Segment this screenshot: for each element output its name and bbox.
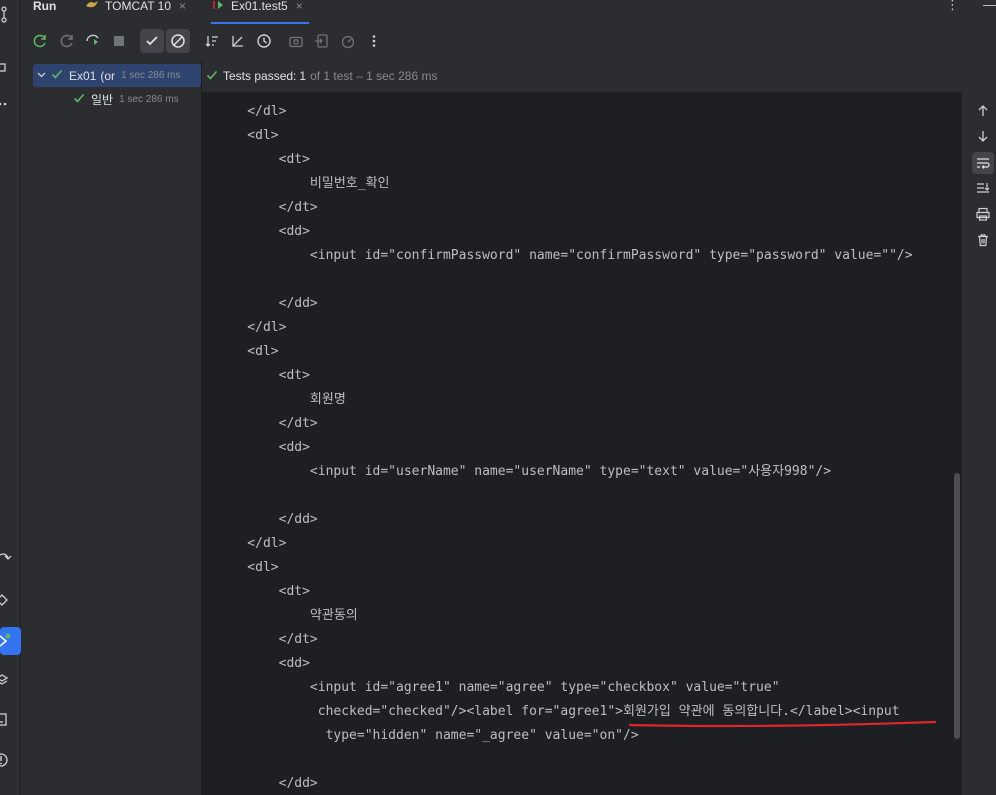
tests-passed-label: Tests passed: (223, 69, 297, 83)
toggle-auto-test-icon[interactable] (82, 30, 104, 52)
console-line: </dl> (216, 320, 287, 335)
console-line: </dt> (216, 200, 318, 215)
arrow-down-icon[interactable] (972, 125, 994, 147)
test-status-bar: Tests passed: 1 of 1 test – 1 sec 286 ms (202, 60, 996, 92)
tomcat-icon (85, 0, 99, 12)
tree-item-duration: 1 sec 286 ms (121, 70, 181, 81)
tree-item-suffix: (or (100, 68, 116, 83)
console-scrollbar[interactable] (954, 473, 960, 739)
console-line: type="hidden" name="_agree" value="on"/> (216, 728, 639, 743)
console-line: </dl> (216, 104, 287, 119)
check-icon (206, 69, 218, 84)
console-line: </dt> (216, 632, 318, 647)
scroll-to-end-icon[interactable] (972, 177, 994, 199)
console-line: checked="checked"/><label for="agree1">회… (216, 704, 900, 719)
show-ignored-icon[interactable] (166, 29, 190, 53)
tab-test-label: Ex01.test5 (231, 0, 288, 13)
console-line: <input id="confirmPassword" name="confir… (216, 248, 913, 263)
console-output[interactable]: </dl> <dl> <dt> 비밀번호_확인 </dt> <dd> <inpu… (202, 92, 962, 795)
console-line: </dd> (216, 776, 318, 791)
structure-icon[interactable] (0, 56, 21, 80)
tree-item-label: Ex01 (69, 68, 97, 83)
terminal-icon[interactable] (0, 708, 21, 732)
check-icon (73, 92, 85, 107)
layers-icon[interactable] (0, 668, 21, 692)
close-icon[interactable]: × (296, 0, 303, 12)
deploy-icon[interactable] (0, 548, 21, 572)
console-line: 회원명 (216, 392, 346, 407)
tree-item-general[interactable]: 일반 1 sec 286 ms (73, 88, 179, 111)
console-side-toolbar (962, 92, 996, 795)
console-line: </dl> (216, 536, 287, 551)
export-icon[interactable] (337, 30, 359, 52)
tab-tomcat-label: TOMCAT 10 (105, 0, 172, 13)
left-tool-strip (0, 0, 21, 795)
rerun-icon[interactable] (29, 30, 51, 52)
tests-passed-count: 1 (299, 69, 307, 83)
soft-wrap-icon[interactable] (972, 152, 994, 174)
history-icon[interactable] (253, 30, 275, 52)
console-line: <dl> (216, 560, 279, 575)
check-icon (51, 68, 63, 83)
console-line: <dd> (216, 224, 310, 239)
run-tab-bar: Run TOMCAT 10 × Ex01.test5 × ⋮ — (21, 0, 996, 24)
problems-icon[interactable] (0, 748, 21, 772)
console-line: 약관동의 (216, 608, 358, 623)
tabbar-actions: ⋮ — (946, 0, 996, 11)
import-icon[interactable] (311, 30, 333, 52)
tab-tomcat[interactable]: TOMCAT 10 × (85, 0, 186, 24)
console-line: 비밀번호_확인 (216, 176, 390, 191)
show-passed-icon[interactable] (140, 29, 164, 53)
test-tree-panel: Ex01 (or 1 sec 286 ms 일반 1 sec 286 ms (21, 60, 202, 795)
more-tools-icon[interactable] (0, 90, 21, 114)
git-branch-icon[interactable] (0, 2, 21, 26)
console-line: </dd> (216, 512, 318, 527)
print-icon[interactable] (972, 203, 994, 225)
console-line: <dd> (216, 656, 310, 671)
run-panel-title: Run (33, 0, 57, 13)
tree-item-ex01[interactable]: Ex01 (or 1 sec 286 ms (33, 64, 201, 87)
tree-item-label: 일반 (91, 93, 114, 107)
collapse-icon[interactable] (227, 30, 249, 52)
tree-item-duration: 1 sec 286 ms (119, 94, 179, 105)
console-line: <dt> (216, 584, 310, 599)
more-options-icon[interactable] (363, 30, 385, 52)
camera-icon[interactable] (285, 30, 307, 52)
chevron-down-icon[interactable] (37, 70, 46, 82)
console-line: <dd> (216, 440, 310, 455)
tests-total-text: of 1 test – 1 sec 286 ms (310, 69, 438, 83)
console-line: <input id="agree1" name="agree" type="ch… (216, 680, 780, 695)
arrow-up-icon[interactable] (972, 100, 994, 122)
run-tool-icon[interactable] (0, 627, 21, 655)
sort-icon[interactable] (201, 30, 223, 52)
trash-icon[interactable] (972, 229, 994, 251)
console-line: <input id="userName" name="userName" typ… (216, 464, 832, 479)
services-icon[interactable] (0, 588, 21, 612)
console-line: <dt> (216, 152, 310, 167)
tab-test[interactable]: Ex01.test5 × (211, 0, 309, 24)
console-line: </dt> (216, 416, 318, 431)
stop-icon[interactable] (108, 30, 130, 52)
console-line: <dl> (216, 128, 279, 143)
console-line: </dd> (216, 296, 318, 311)
more-options-icon[interactable]: ⋮ (946, 0, 959, 11)
console-line: <dl> (216, 344, 279, 359)
test-runner-toolbar (21, 24, 996, 60)
rerun-failed-icon[interactable] (56, 30, 78, 52)
minimize-icon[interactable]: — (983, 0, 996, 11)
close-icon[interactable]: × (179, 0, 186, 12)
test-run-icon (211, 0, 225, 12)
console-line: <dt> (216, 368, 310, 383)
